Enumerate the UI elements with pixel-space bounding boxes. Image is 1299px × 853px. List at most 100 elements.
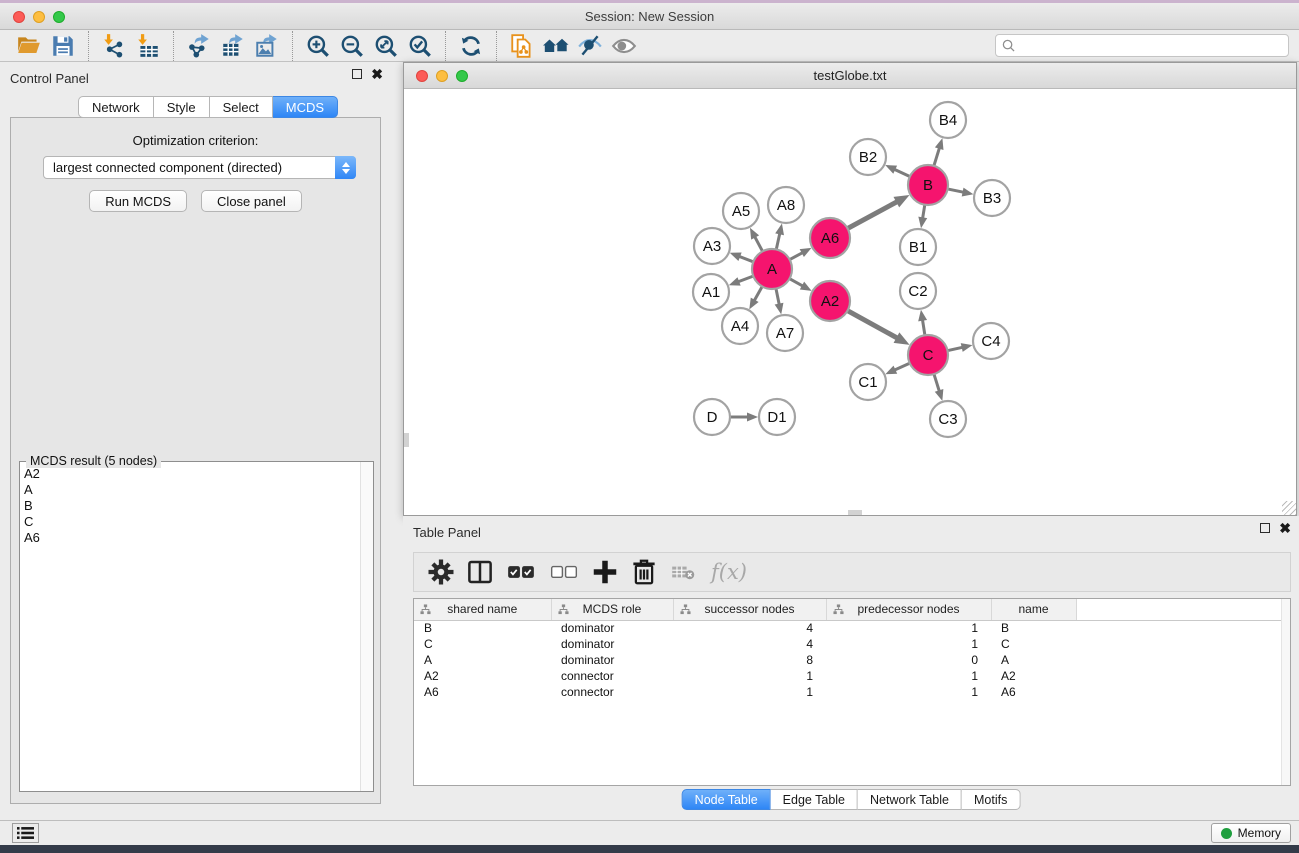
export-network-icon[interactable] — [182, 31, 216, 61]
refresh-view-icon[interactable] — [454, 31, 488, 61]
table-row[interactable]: Adominator80A — [414, 652, 1290, 668]
create-column-icon[interactable] — [590, 557, 620, 587]
canvas-horizontal-scroll-nub[interactable] — [848, 510, 862, 515]
float-panel-icon[interactable] — [352, 69, 362, 79]
memory-button[interactable]: Memory — [1211, 823, 1291, 843]
graph-edge[interactable] — [846, 201, 898, 229]
network-zoom-button[interactable] — [456, 70, 468, 82]
result-list-scrollbar[interactable] — [360, 462, 373, 791]
table-cell[interactable]: B — [991, 620, 1076, 636]
table-cell[interactable]: 1 — [826, 636, 991, 652]
graph-edge[interactable] — [933, 147, 939, 168]
zoom-selected-icon[interactable] — [403, 31, 437, 61]
table-cell[interactable]: 1 — [673, 668, 826, 684]
import-network-icon[interactable] — [97, 31, 131, 61]
result-list-item[interactable]: A2 — [24, 466, 360, 482]
minimize-window-button[interactable] — [33, 11, 45, 23]
canvas-vertical-scroll-nub[interactable] — [404, 433, 409, 447]
table-cell[interactable]: 1 — [826, 684, 991, 700]
search-input[interactable] — [1015, 39, 1282, 53]
result-list-item[interactable]: A6 — [24, 530, 360, 546]
tab-network-table[interactable]: Network Table — [858, 789, 962, 810]
zoom-out-icon[interactable] — [335, 31, 369, 61]
table-cell[interactable]: connector — [551, 668, 673, 684]
search-field[interactable] — [995, 34, 1289, 57]
graph-node-label: A7 — [776, 325, 794, 342]
run-mcds-button[interactable]: Run MCDS — [89, 190, 187, 212]
table-cell[interactable]: A2 — [414, 668, 551, 684]
close-window-button[interactable] — [13, 11, 25, 23]
window-resize-gripper[interactable] — [1282, 501, 1296, 515]
graph-edge-arrowhead — [729, 277, 741, 285]
column-header-name[interactable]: name — [991, 599, 1076, 620]
criterion-dropdown[interactable]: largest connected component (directed) — [43, 156, 356, 179]
export-table-icon[interactable] — [216, 31, 250, 61]
table-cell[interactable]: C — [414, 636, 551, 652]
zoom-in-icon[interactable] — [301, 31, 335, 61]
table-row[interactable]: Bdominator41B — [414, 620, 1290, 636]
table-cell[interactable]: C — [991, 636, 1076, 652]
network-canvas[interactable]: B4B2BB3A5A8A6A3B1AA1C2A2A4A7C4CC1DD1C3 — [404, 89, 1296, 515]
table-cell[interactable]: 4 — [673, 620, 826, 636]
tab-edge-table[interactable]: Edge Table — [771, 789, 858, 810]
table-row[interactable]: A6connector11A6 — [414, 684, 1290, 700]
table-cell[interactable]: A6 — [991, 684, 1076, 700]
table-cell[interactable]: connector — [551, 684, 673, 700]
delete-columns-icon[interactable] — [629, 557, 659, 587]
tab-mcds[interactable]: MCDS — [273, 96, 338, 118]
float-table-panel-icon[interactable] — [1260, 523, 1270, 533]
close-table-panel-icon[interactable]: ✖ — [1279, 523, 1291, 533]
export-image-icon[interactable] — [250, 31, 284, 61]
table-cell[interactable]: dominator — [551, 636, 673, 652]
tab-node-table[interactable]: Node Table — [682, 789, 771, 810]
table-cell[interactable]: 1 — [826, 620, 991, 636]
table-cell[interactable]: B — [414, 620, 551, 636]
table-cell[interactable]: dominator — [551, 620, 673, 636]
open-file-icon[interactable] — [12, 31, 46, 61]
result-list-item[interactable]: C — [24, 514, 360, 530]
tab-style[interactable]: Style — [154, 96, 210, 118]
save-session-icon[interactable] — [46, 31, 80, 61]
network-close-button[interactable] — [416, 70, 428, 82]
table-cell[interactable]: A2 — [991, 668, 1076, 684]
table-cell[interactable]: 4 — [673, 636, 826, 652]
table-row[interactable]: A2connector11A2 — [414, 668, 1290, 684]
table-cell[interactable]: A — [991, 652, 1076, 668]
table-cell[interactable]: A6 — [414, 684, 551, 700]
tab-motifs[interactable]: Motifs — [962, 789, 1020, 810]
zoom-fit-icon[interactable] — [369, 31, 403, 61]
deselect-all-rows-icon[interactable] — [547, 557, 581, 587]
mcds-result-list[interactable]: A2ABCA6 — [20, 463, 360, 791]
result-list-item[interactable]: A — [24, 482, 360, 498]
table-scrollbar[interactable] — [1281, 599, 1290, 785]
column-header-successor-nodes[interactable]: successor nodes — [673, 599, 826, 620]
table-cell[interactable]: 0 — [826, 652, 991, 668]
table-options-gear-icon[interactable] — [426, 557, 456, 587]
tab-select[interactable]: Select — [210, 96, 273, 118]
table-cell[interactable]: A — [414, 652, 551, 668]
import-table-icon[interactable] — [131, 31, 165, 61]
close-panel-icon[interactable]: ✖ — [371, 69, 383, 79]
result-list-item[interactable]: B — [24, 498, 360, 514]
first-neighbors-icon[interactable] — [539, 31, 573, 61]
table-cell[interactable]: 1 — [673, 684, 826, 700]
show-all-icon[interactable] — [607, 31, 641, 61]
zoom-window-button[interactable] — [53, 11, 65, 23]
task-history-button[interactable] — [12, 823, 39, 843]
table-row[interactable]: Cdominator41C — [414, 636, 1290, 652]
select-all-rows-icon[interactable] — [504, 557, 538, 587]
close-panel-button[interactable]: Close panel — [201, 190, 302, 212]
table-cell[interactable]: 1 — [826, 668, 991, 684]
column-header-mcds-role[interactable]: MCDS role — [551, 599, 673, 620]
column-selector-icon[interactable] — [465, 557, 495, 587]
tab-network[interactable]: Network — [78, 96, 154, 118]
new-network-from-selection-icon[interactable] — [505, 31, 539, 61]
column-header-predecessor-nodes[interactable]: predecessor nodes — [826, 599, 991, 620]
table-cell[interactable]: 8 — [673, 652, 826, 668]
hide-selected-icon[interactable] — [573, 31, 607, 61]
graph-edge[interactable] — [846, 310, 898, 339]
table-cell[interactable]: dominator — [551, 652, 673, 668]
graph-edge[interactable] — [933, 372, 939, 392]
network-minimize-button[interactable] — [436, 70, 448, 82]
column-header-shared-name[interactable]: shared name — [414, 599, 551, 620]
